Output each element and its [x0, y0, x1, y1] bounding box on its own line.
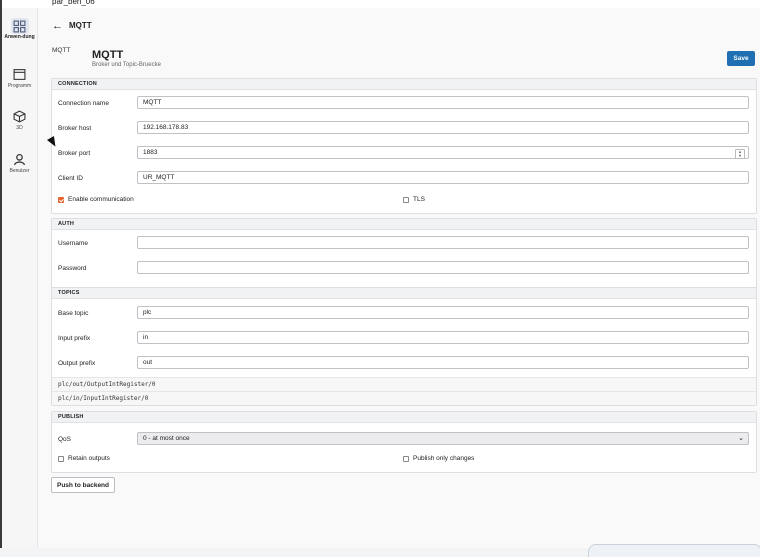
sidebar-item-label: Programm — [7, 83, 32, 89]
window-title: par_ben_06 — [52, 0, 95, 6]
sidebar-item-3d[interactable]: 3D — [2, 110, 37, 131]
page-subtitle: Broker und Topic-Bruecke — [92, 62, 161, 68]
checkbox-label: Publish only changes — [413, 455, 475, 462]
connection-section: CONNECTION Connection name MQTT Broker h… — [51, 78, 757, 214]
sidebar-item-anwendung[interactable]: Anwen-dung — [2, 18, 37, 40]
output-prefix-input[interactable]: out — [137, 356, 749, 369]
broker-port-value: 1883 — [143, 149, 158, 156]
base-topic-input[interactable]: plc — [137, 306, 749, 319]
checkbox-label: Enable communication — [68, 196, 134, 203]
topic-preview-in: plc/in/InputIntRegister/0 — [52, 391, 756, 405]
field-label: Broker port — [58, 150, 91, 157]
sidebar: Anwen-dung Programm 3D Benutzer — [2, 8, 38, 548]
field-label: Input prefix — [58, 335, 91, 342]
broker-port-input[interactable]: 1883 ▲ ▼ — [137, 146, 749, 159]
field-label: Username — [58, 240, 88, 247]
section-heading: AUTH — [52, 219, 756, 230]
checkbox-unchecked-icon[interactable] — [58, 455, 64, 462]
save-button[interactable]: Save — [727, 51, 755, 66]
sidebar-item-label: Anwen-dung — [4, 34, 35, 40]
topics-section: TOPICS Base topic plc Input prefix in Ou… — [51, 287, 757, 406]
qos-select[interactable]: 0 - at most once ⌄ — [137, 432, 749, 445]
arrow-left-icon[interactable]: ← — [52, 20, 63, 32]
field-label: Client ID — [58, 175, 83, 182]
page-title: MQTT — [92, 49, 124, 61]
checkbox-label: TLS — [413, 196, 425, 203]
checkbox-unchecked-icon[interactable] — [403, 455, 409, 462]
publish-only-changes-checkbox[interactable]: Publish only changes — [403, 455, 474, 462]
window-icon — [13, 69, 26, 80]
grid-icon — [13, 20, 26, 33]
sidebar-item-label: 3D — [16, 125, 23, 131]
breadcrumb: MQTT — [52, 47, 71, 54]
username-input[interactable] — [137, 236, 749, 249]
header-title: MQTT — [69, 21, 92, 30]
field-label: Output prefix — [58, 360, 96, 367]
tls-checkbox[interactable]: TLS — [403, 196, 425, 203]
field-label: Broker host — [58, 125, 92, 132]
connection-name-input[interactable]: MQTT — [137, 96, 749, 109]
qos-value: 0 - at most once — [143, 435, 190, 442]
field-label: Connection name — [58, 100, 109, 107]
client-id-input[interactable]: UR_MQTT — [137, 171, 749, 184]
auth-section: AUTH Username Password — [51, 218, 757, 290]
field-label: Password — [58, 265, 87, 272]
section-heading: PUBLISH — [52, 412, 756, 423]
chevron-down-icon: ⌄ — [738, 435, 744, 442]
enable-communication-checkbox[interactable]: Enable communication — [58, 196, 134, 203]
broker-host-input[interactable]: 192.168.178.83 — [137, 121, 749, 134]
main-content: ← MQTT MQTT MQTT Broker und Topic-Brueck… — [38, 8, 760, 557]
push-to-backend-button[interactable]: Push to backend — [51, 477, 115, 493]
checkbox-unchecked-icon[interactable] — [403, 196, 409, 203]
sidebar-item-label: Benutzer — [9, 168, 30, 174]
password-input[interactable] — [137, 261, 749, 274]
sidebar-item-programm[interactable]: Programm — [2, 68, 37, 89]
window-titlebar: par_ben_06 — [2, 0, 760, 8]
user-icon — [13, 153, 26, 166]
topic-preview-out: plc/out/OutputIntRegister/0 — [52, 377, 756, 391]
section-heading: CONNECTION — [52, 79, 756, 90]
number-stepper-icon[interactable]: ▲ ▼ — [735, 149, 745, 159]
checkbox-checked-icon[interactable] — [58, 196, 64, 203]
field-label: QoS — [58, 436, 72, 443]
input-prefix-input[interactable]: in — [137, 331, 749, 344]
cube-icon — [13, 110, 26, 123]
field-label: Base topic — [58, 310, 89, 317]
sidebar-item-benutzer[interactable]: Benutzer — [2, 153, 37, 174]
bottom-panel-tab[interactable] — [588, 544, 760, 557]
section-heading: TOPICS — [52, 288, 756, 299]
retain-outputs-checkbox[interactable]: Retain outputs — [58, 455, 110, 462]
checkbox-label: Retain outputs — [68, 455, 110, 462]
publish-section: PUBLISH QoS 0 - at most once ⌄ Retain ou… — [51, 411, 757, 473]
